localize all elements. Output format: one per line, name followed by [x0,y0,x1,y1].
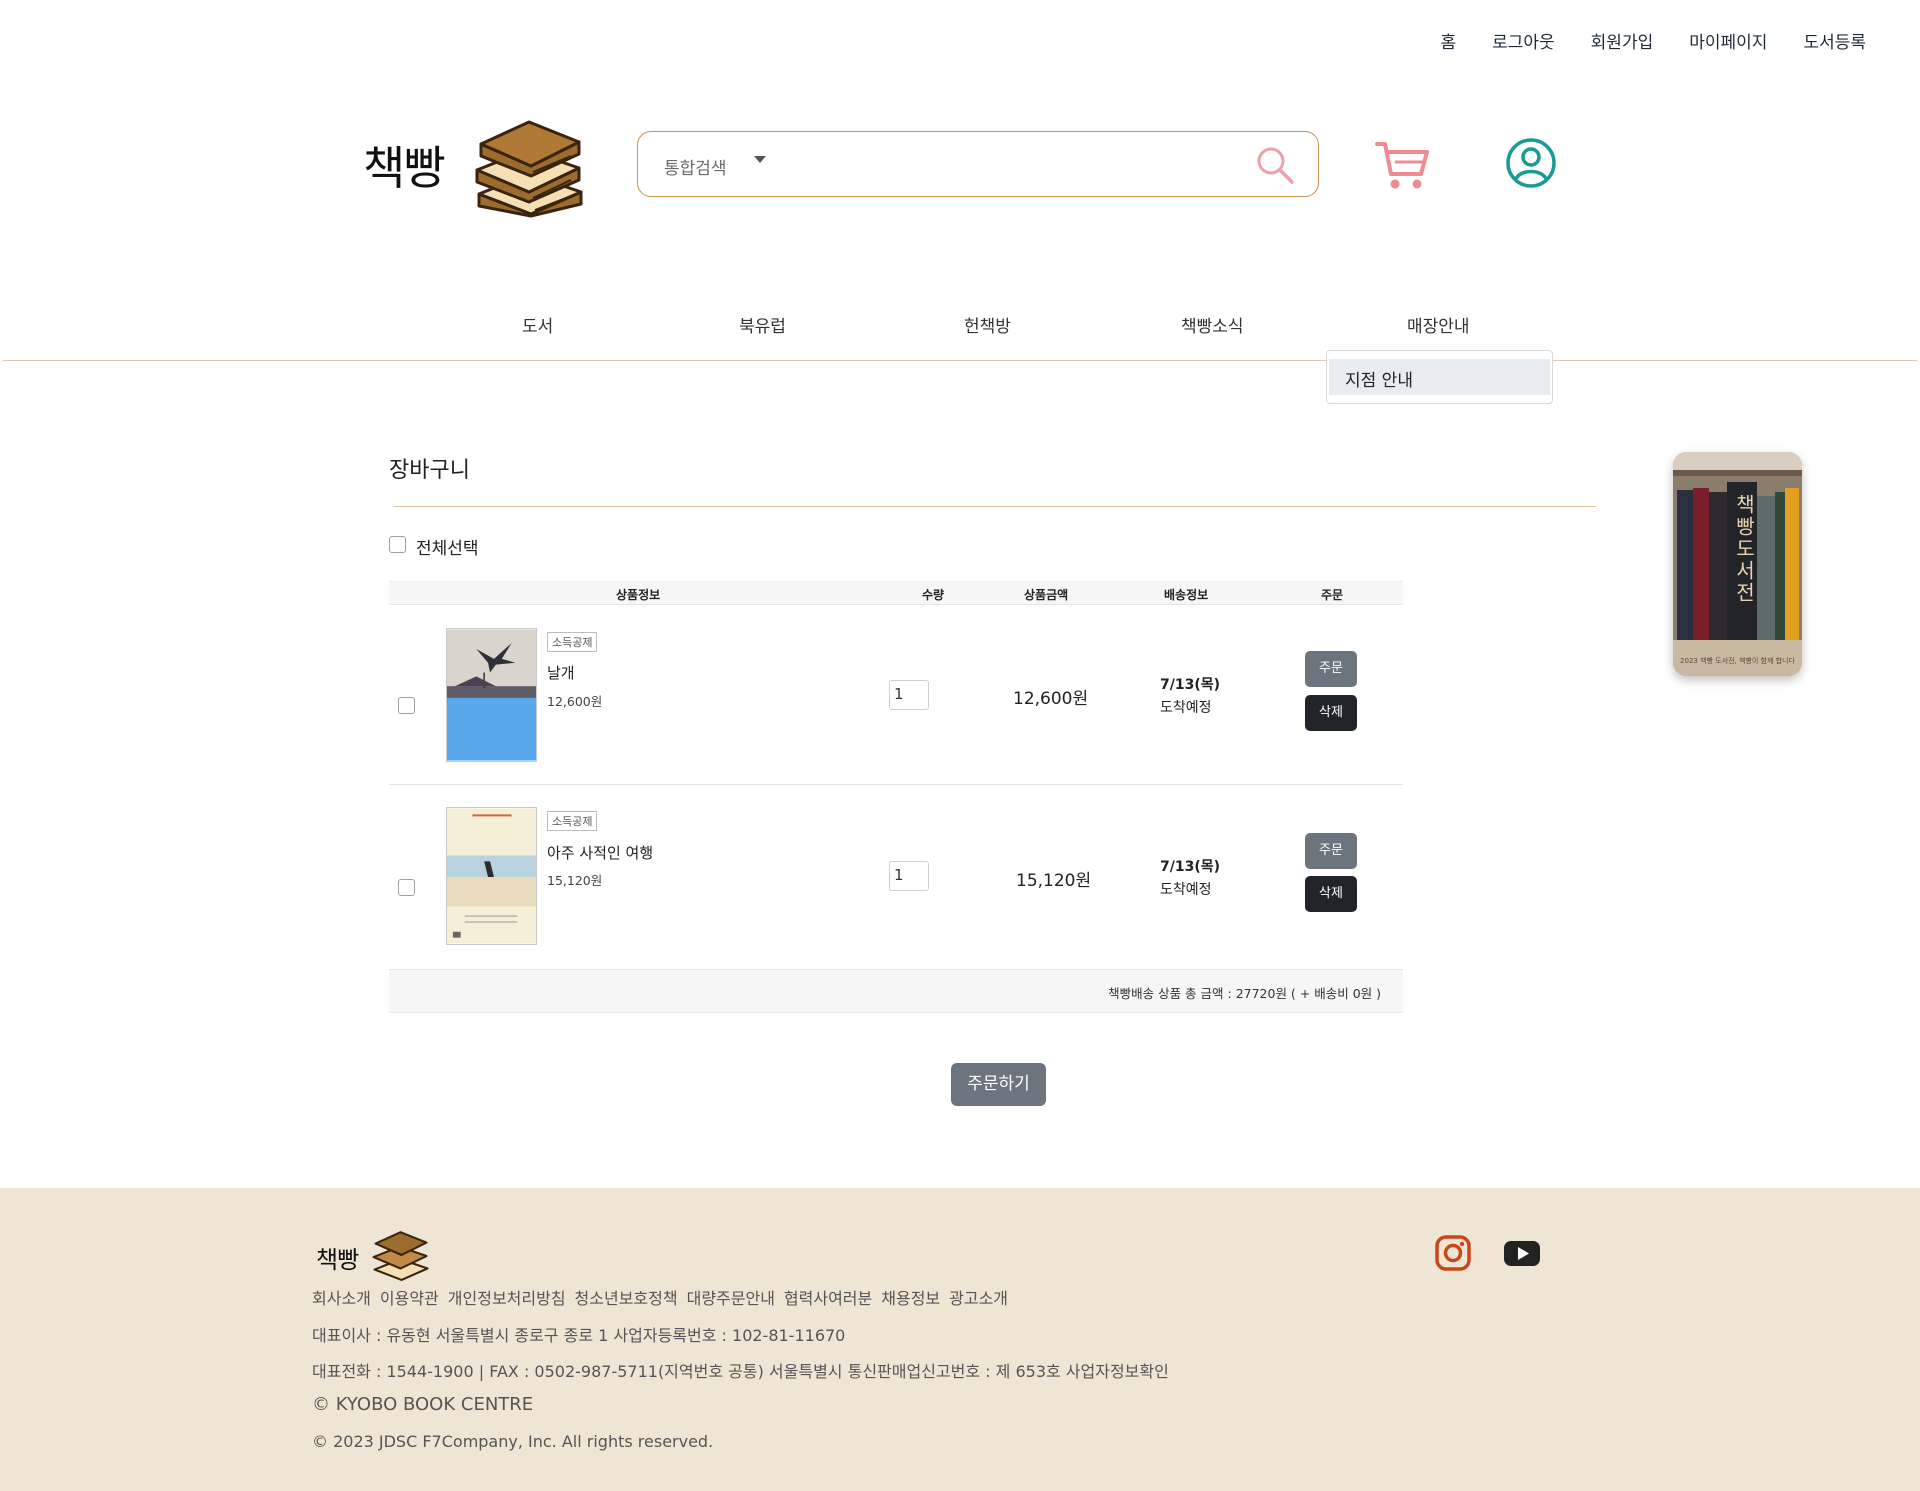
select-all-label: 전체선택 [416,539,479,559]
nav-item-news[interactable]: 책빵소식 [1181,312,1244,337]
footer-link-careers[interactable]: 채용정보 [881,1285,940,1309]
footer-contact-info: 대표전화 : 1544-1900 | FAX : 0502-987-5711(지… [312,1362,1169,1381]
top-link-home[interactable]: 홈 [1440,28,1456,53]
book-cover-image[interactable] [446,807,537,945]
quantity-input[interactable]: 1 [889,680,929,710]
row-checkbox[interactable] [398,879,415,896]
search-input[interactable] [788,146,1228,182]
logo-text: 책빵 [363,141,446,195]
footer-link-bulk-order[interactable]: 대량주문안내 [687,1285,775,1309]
footer-link-company[interactable]: 회사소개 [312,1285,371,1309]
item-amount: 15,120원 [1016,871,1092,891]
tax-deduction-badge: 소득공제 [547,632,598,652]
cart-icon[interactable] [1373,136,1431,194]
store-info-dropdown: 지점 안내 [1326,350,1553,404]
footer-links: 회사소개 이용약관 개인정보처리방침 청소년보호정책 대량주문안내 협력사여러분… [312,1285,1008,1309]
book-unit-price: 12,600원 [547,694,603,709]
user-icon[interactable] [1505,137,1557,189]
delete-button[interactable]: 삭제 [1305,695,1357,731]
nav-item-nordic[interactable]: 북유럽 [739,312,786,337]
chevron-down-icon[interactable] [754,156,766,163]
footer [0,1188,1920,1491]
ship-date: 7/13(목) [1160,859,1221,875]
ship-date: 7/13(목) [1160,677,1221,693]
cart-total-text: 책빵배송 상품 총 금액 : 27720원 ( + 배송비 0원 ) [1108,986,1381,1001]
book-title[interactable]: 아주 사적인 여행 [547,842,653,863]
row-divider [389,784,1403,785]
search-category-select[interactable]: 통합검색 [664,154,727,179]
footer-company-info: 대표이사 : 유동현 서울특별시 종로구 종로 1 사업자등록번호 : 102-… [312,1326,846,1345]
nav-item-store-info[interactable]: 매장안내 [1407,312,1470,337]
books-logo-icon [372,1231,429,1281]
books-logo-icon [475,120,583,218]
top-link-logout[interactable]: 로그아웃 [1492,28,1555,53]
footer-logo[interactable]: 책빵 [312,1226,432,1284]
footer-link-partners[interactable]: 협력사여러분 [784,1285,872,1309]
order-button[interactable]: 주문 [1305,651,1357,687]
column-header: 수량 [922,588,945,602]
footer-link-privacy[interactable]: 개인정보처리방침 [448,1285,566,1309]
nav-item-books[interactable]: 도서 [522,312,553,337]
tax-deduction-badge: 소득공제 [547,811,598,831]
cart-total-bar: 책빵배송 상품 총 금액 : 27720원 ( + 배송비 0원 ) [389,969,1403,1013]
promo-caption: 2023 책빵 도서전, 책빵이 함께 합니다 [1680,657,1795,665]
footer-brand-copyright: © KYOBO BOOK CENTRE [312,1394,534,1415]
select-all-checkbox[interactable] [389,536,406,553]
page-title: 장바구니 [389,458,470,483]
footer-copyright: © 2023 JDSC F7Company, Inc. All rights r… [312,1432,714,1451]
footer-link-ads[interactable]: 광고소개 [949,1285,1008,1309]
column-header: 상품정보 [616,588,661,602]
column-header: 상품금액 [1024,588,1069,602]
item-amount: 12,600원 [1013,689,1089,709]
youtube-icon[interactable] [1503,1234,1541,1272]
top-link-signup[interactable]: 회원가입 [1591,28,1654,53]
column-header: 배송정보 [1164,588,1209,602]
book-title[interactable]: 날개 [547,662,575,683]
top-link-mypage[interactable]: 마이페이지 [1689,28,1767,53]
table-header: 상품정보 수량 상품금액 배송정보 주문 [389,581,1403,605]
footer-link-youth-policy[interactable]: 청소년보호정책 [575,1285,678,1309]
promo-title: 책빵도서전 [1732,494,1756,604]
title-divider [393,506,1596,507]
column-header: 주문 [1321,588,1344,602]
promo-banner[interactable]: 책빵도서전 2023 책빵 도서전, 책빵이 함께 합니다 [1673,452,1802,676]
ship-status: 도착예정 [1160,700,1212,716]
site-logo[interactable]: 책빵 [363,110,585,220]
order-button[interactable]: 주문 [1305,833,1357,869]
search-bar: 통합검색 [637,131,1319,197]
footer-logo-text: 책빵 [316,1246,359,1274]
top-link-book-register[interactable]: 도서등록 [1803,28,1866,53]
dropdown-item-branch-info[interactable]: 지점 안내 [1329,359,1550,395]
footer-link-terms[interactable]: 이용약관 [380,1285,439,1309]
nav-divider [3,360,1917,361]
quantity-input[interactable]: 1 [889,861,929,891]
top-links: 홈 로그아웃 회원가입 마이페이지 도서등록 [1440,28,1866,53]
delete-button[interactable]: 삭제 [1305,876,1357,912]
instagram-icon[interactable] [1434,1234,1472,1272]
search-icon[interactable] [1252,142,1298,188]
nav-item-used-books[interactable]: 헌책방 [964,312,1011,337]
checkout-button[interactable]: 주문하기 [951,1063,1046,1106]
book-unit-price: 15,120원 [547,873,603,888]
ship-status: 도착예정 [1160,882,1212,898]
book-cover-image[interactable] [446,628,537,762]
row-checkbox[interactable] [398,697,415,714]
